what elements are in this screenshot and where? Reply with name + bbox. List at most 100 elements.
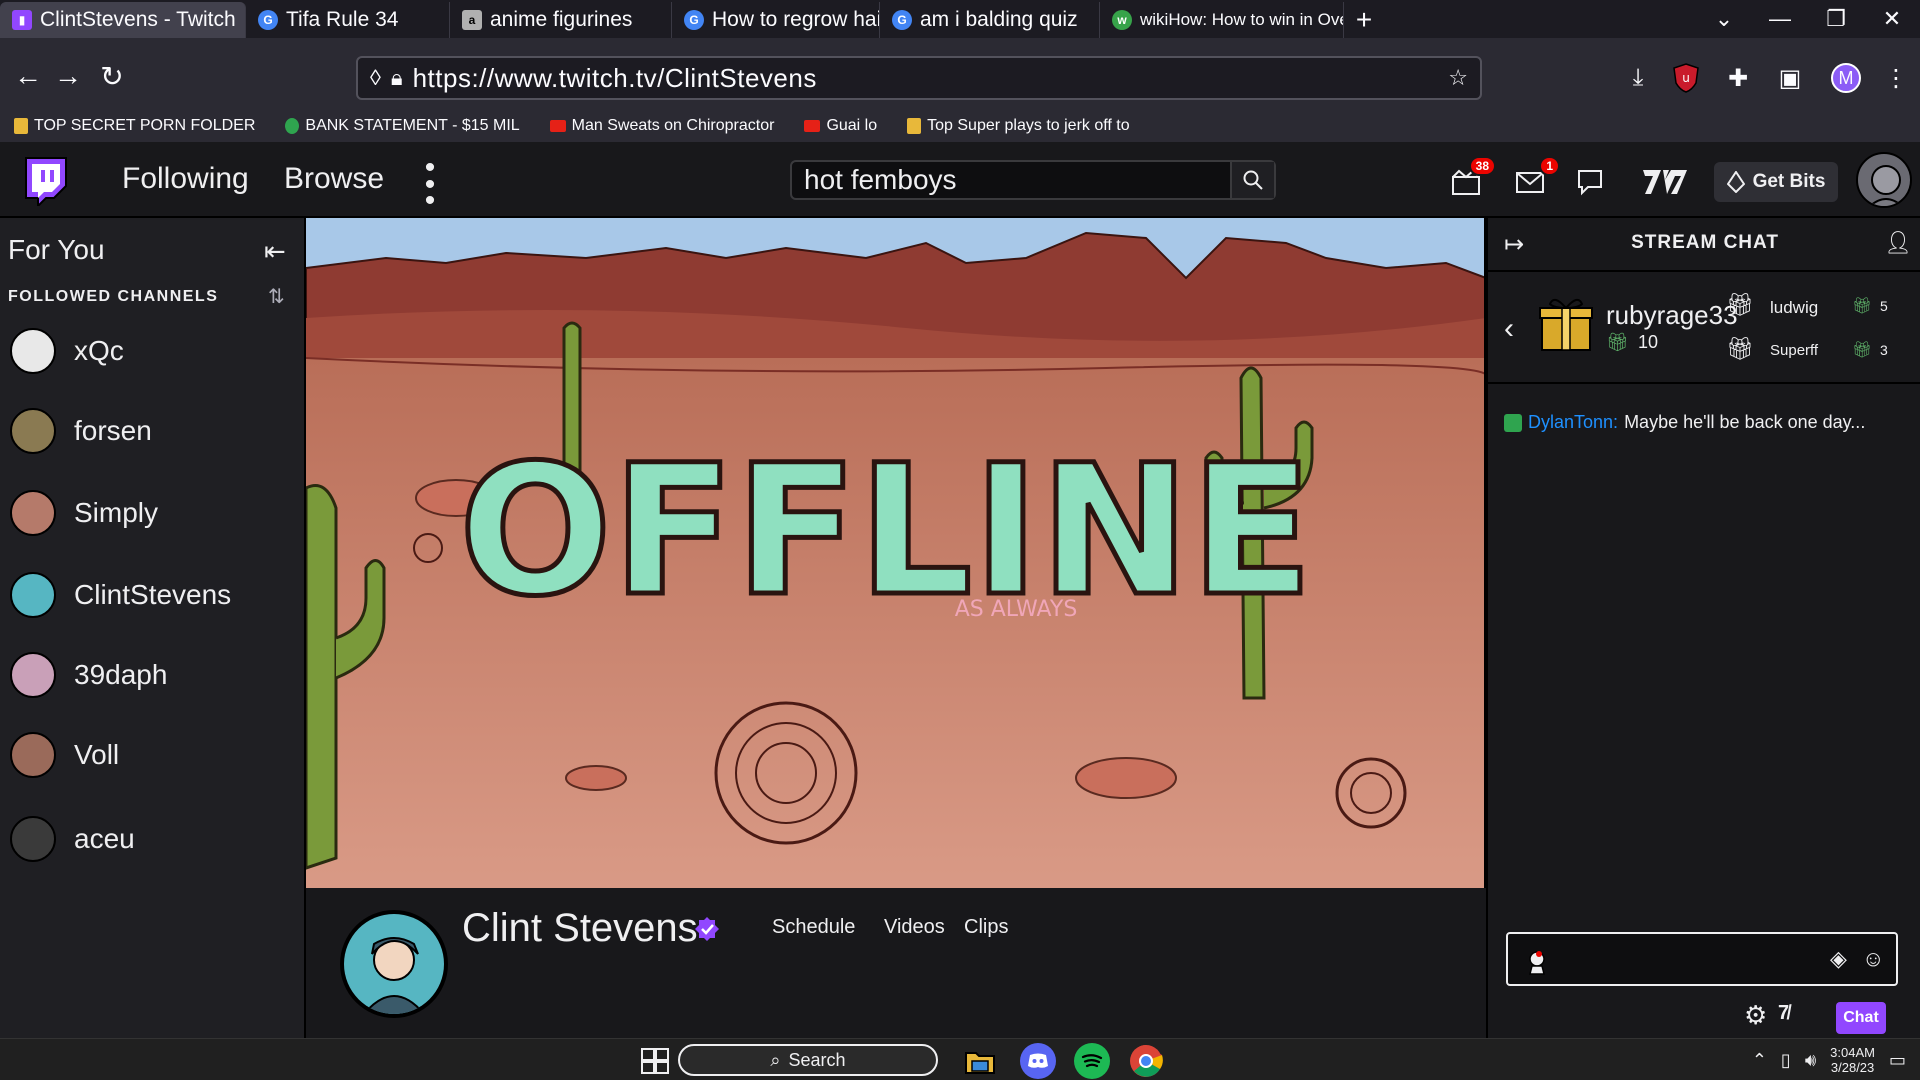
youtube-icon	[549, 120, 566, 132]
money-icon	[285, 118, 300, 134]
channel-avatar	[10, 652, 56, 698]
sidebar: For You ⇤ FOLLOWED CHANNELS ⇅ xQc forsen…	[0, 218, 306, 1038]
sidebar-channel-xqc[interactable]: xQc	[10, 328, 124, 374]
user-avatar[interactable]	[1856, 152, 1912, 208]
tab-wikihow[interactable]: w wikiHow: How to win in Ove..	[1100, 2, 1344, 38]
lock-icon[interactable]: 🔒︎	[391, 65, 403, 91]
tab-balding-quiz[interactable]: G am i balding quiz	[880, 2, 1100, 38]
google-favicon-icon: G	[684, 10, 704, 30]
restore-icon[interactable]: ❐	[1808, 0, 1864, 38]
extensions-icon[interactable]: ✚	[1718, 58, 1758, 98]
bookmark-guai-lo[interactable]: Guai lo	[804, 117, 877, 135]
folder-icon	[14, 118, 28, 134]
ublock-icon[interactable]: u	[1666, 58, 1706, 98]
sidebar-channel-voll[interactable]: Voll	[10, 732, 119, 778]
chat-send-button[interactable]: Chat	[1836, 1002, 1886, 1034]
small-gift-icon: 🎁︎	[1852, 298, 1873, 315]
whispers-button[interactable]	[1570, 162, 1610, 202]
google-favicon-icon: G	[892, 10, 912, 30]
search-input[interactable]: hot femboys	[792, 164, 1230, 196]
sidebar-channel-clintstevens[interactable]: ClintStevens	[10, 572, 231, 618]
reload-button[interactable]: ↻	[92, 56, 132, 96]
sort-icon[interactable]: ⇅	[268, 284, 285, 309]
chat-username[interactable]: DylanTonn:	[1528, 412, 1618, 433]
tab-list-icon[interactable]: ⌄	[1696, 0, 1752, 38]
bookmark-chiropractor[interactable]: Man Sweats on Chiropractor	[549, 117, 774, 135]
menu-icon[interactable]: ⋮	[1876, 58, 1916, 98]
tab-regrow-hair[interactable]: G How to regrow hair	[672, 2, 880, 38]
get-bits-button[interactable]: Get Bits	[1714, 162, 1838, 202]
bookmark-star-icon[interactable]: ☆	[1448, 65, 1468, 91]
volume-icon[interactable]: 🔊︎	[1805, 1050, 1816, 1071]
chrome-icon[interactable]	[1128, 1043, 1164, 1079]
bookmark-bank-statement[interactable]: BANK STATEMENT - $15 MIL	[285, 117, 520, 135]
folder-icon	[907, 118, 922, 134]
channel-points-icon[interactable]	[1522, 946, 1552, 976]
browse-link[interactable]: Browse	[284, 162, 384, 196]
forward-button[interactable]: →	[48, 56, 88, 96]
channel-avatar[interactable]	[340, 910, 448, 1018]
more-options-icon[interactable]: • • •	[420, 153, 440, 216]
sidebar-icon[interactable]: ▣	[1770, 58, 1810, 98]
tab-tifa[interactable]: G Tifa Rule 34	[246, 2, 450, 38]
new-tab-button[interactable]: +	[1344, 2, 1384, 38]
notifications-center-icon[interactable]: ▭	[1889, 1050, 1906, 1071]
emote-picker-icon[interactable]: ☺	[1862, 946, 1884, 972]
chevron-up-icon[interactable]: ⌃	[1752, 1050, 1767, 1071]
sidebar-channel-simply[interactable]: Simply	[10, 490, 158, 536]
profile-avatar[interactable]: M	[1826, 58, 1866, 98]
collapse-sidebar-icon[interactable]: ⇤	[264, 236, 286, 267]
user-badge-icon	[1504, 413, 1522, 432]
discord-icon[interactable]	[1020, 1043, 1056, 1079]
clock[interactable]: 3:04AM 3/28/23	[1830, 1045, 1875, 1075]
url-bar[interactable]: ◊ 🔒︎ https://www.twitch.tv/ClintStevens …	[356, 56, 1482, 100]
close-icon[interactable]: ✕	[1864, 0, 1920, 38]
tab-label: wikiHow: How to win in Ove..	[1140, 10, 1344, 29]
clock-date: 3/28/23	[1830, 1060, 1875, 1075]
battery-icon[interactable]: ▯	[1781, 1050, 1791, 1071]
windows-start-icon[interactable]	[640, 1046, 670, 1076]
tab-clips[interactable]: Clips	[964, 916, 1008, 939]
bits-icon[interactable]: ◈	[1830, 946, 1847, 972]
sidebar-channel-forsen[interactable]: forsen	[10, 408, 152, 454]
video-player[interactable]: OFFLINE AS ALWAYS	[306, 218, 1486, 888]
chat-input[interactable]: ◈ ☺	[1506, 932, 1898, 986]
channel-info: Clint Stevens Schedule Videos Clips	[306, 888, 1486, 1038]
minimize-icon[interactable]: —	[1752, 0, 1808, 38]
tab-label: Tifa Rule 34	[286, 8, 399, 31]
search-icon: ⌕	[770, 1049, 781, 1070]
gifter-name[interactable]: Superff	[1770, 342, 1818, 359]
7tv-button[interactable]	[1640, 162, 1690, 202]
file-explorer-icon[interactable]	[962, 1043, 998, 1079]
7tv-icon[interactable]: 7̸	[1778, 1002, 1789, 1025]
bookmark-super-plays[interactable]: Top Super plays to jerk off to	[907, 117, 1130, 135]
notifications-button[interactable]: 38	[1446, 156, 1496, 202]
tab-schedule[interactable]: Schedule	[772, 916, 855, 939]
tracking-shield-icon[interactable]: ◊	[370, 65, 381, 91]
search-button[interactable]	[1230, 162, 1274, 198]
sidebar-channel-39daph[interactable]: 39daph	[10, 652, 167, 698]
top-gifter-name[interactable]: rubyrage33	[1606, 300, 1738, 331]
community-icon[interactable]: 👤︎	[1884, 230, 1912, 256]
bookmark-secret-folder[interactable]: TOP SECRET PORN FOLDER	[14, 117, 255, 135]
google-favicon-icon: G	[258, 10, 278, 30]
channel-name: Voll	[74, 739, 120, 770]
tab-twitch[interactable]: ▮ ClintStevens - Twitch	[0, 2, 246, 38]
chat-settings-icon[interactable]: ⚙	[1744, 1000, 1767, 1031]
tab-anime-figurines[interactable]: a anime figurines	[450, 2, 672, 38]
gifter-name[interactable]: ludwig	[1770, 298, 1818, 318]
inbox-badge: 1	[1539, 156, 1560, 176]
tab-videos[interactable]: Videos	[884, 916, 945, 939]
taskbar-search[interactable]: ⌕ Search	[678, 1044, 938, 1076]
chevron-left-icon[interactable]: ‹	[1504, 312, 1514, 346]
following-link[interactable]: Following	[122, 162, 249, 196]
inbox-button[interactable]: 1	[1510, 156, 1560, 202]
downloads-icon[interactable]: ⤓	[1618, 58, 1658, 98]
sidebar-channel-aceu[interactable]: aceu	[10, 816, 135, 862]
channel-name: Simply	[74, 497, 159, 528]
twitch-logo-icon[interactable]	[22, 156, 68, 206]
back-button[interactable]: ←	[8, 56, 48, 96]
spotify-icon[interactable]	[1074, 1043, 1110, 1079]
channel-avatar	[10, 408, 56, 454]
url-text[interactable]: https://www.twitch.tv/ClintStevens	[413, 63, 1439, 94]
